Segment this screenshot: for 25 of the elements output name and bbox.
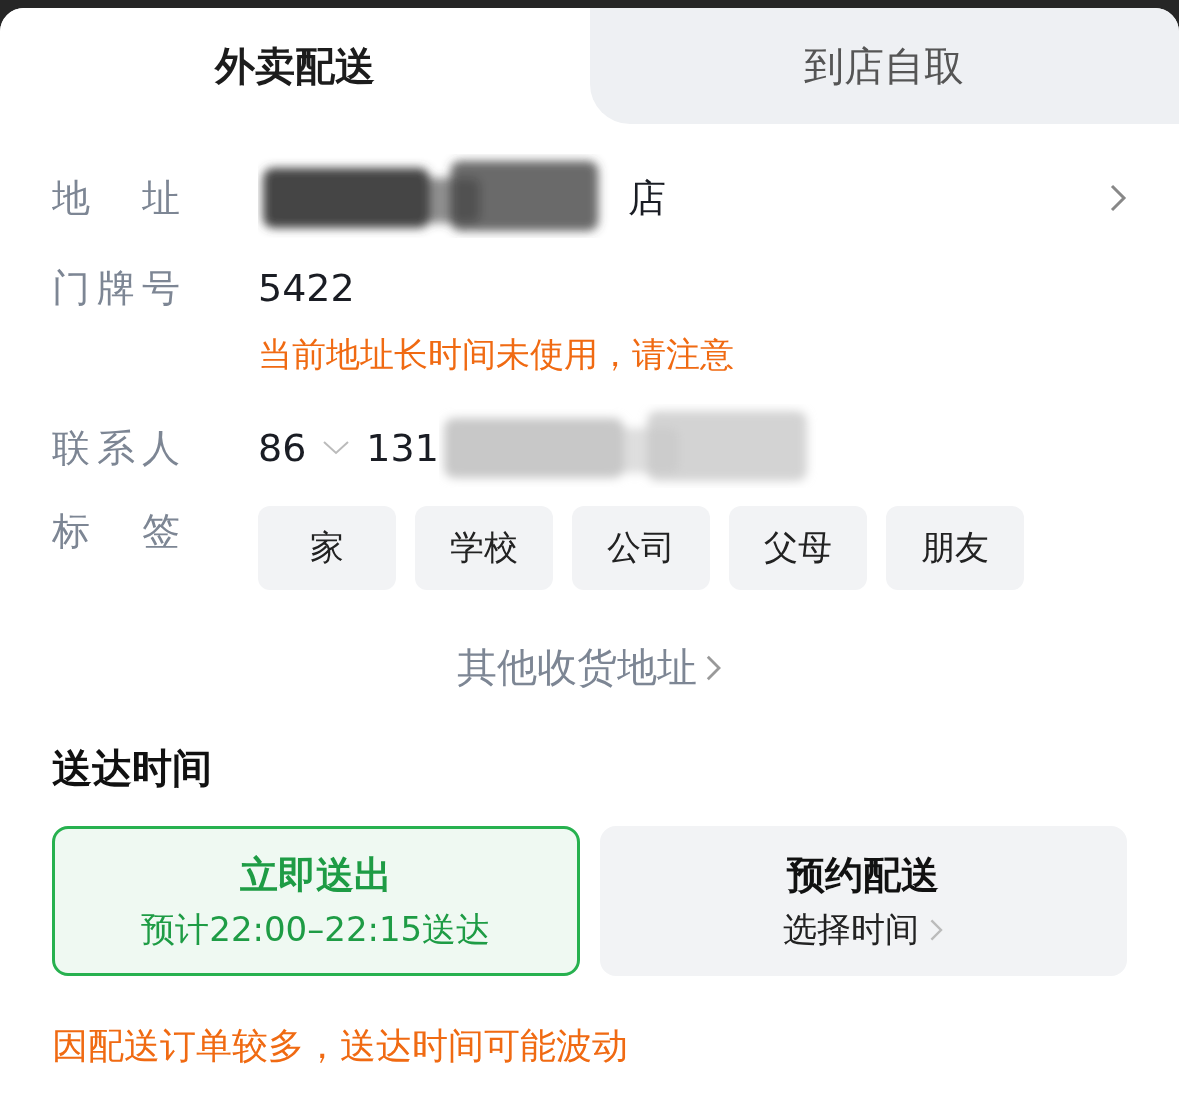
other-addresses-link[interactable]: 其他收货地址: [457, 640, 722, 695]
delivery-option[interactable]: 预约配送 选择时间: [599, 826, 1127, 976]
field-label: 门牌号: [52, 264, 180, 312]
notice-text: 因配送订单较多，送达时间可能波动: [52, 1024, 629, 1068]
option-subtitle: 预计22:00–22:15送达: [141, 907, 491, 951]
option-subtitle: 选择时间: [783, 906, 944, 953]
chevron-right-icon: [929, 917, 944, 942]
country-code[interactable]: 86: [258, 426, 307, 470]
tag-chip[interactable]: 朋友: [886, 506, 1024, 590]
tag-chip[interactable]: 父母: [729, 506, 867, 590]
house-number-text: 5422: [258, 266, 355, 310]
chevron-right-icon: [705, 653, 722, 682]
tag-chip[interactable]: 学校: [415, 506, 553, 590]
tab[interactable]: 到店自取: [589, 8, 1179, 124]
tag-chip[interactable]: 公司: [572, 506, 710, 590]
field-label: 联系人: [52, 424, 180, 472]
address-text: 店: [628, 174, 667, 222]
section-title: 送达时间: [52, 744, 213, 793]
field-label: 标 签: [52, 508, 180, 555]
warning-text: 当前地址长时间未使用，请注意: [258, 333, 735, 376]
chevron-down-icon: [322, 440, 351, 456]
field-label: 地 址: [52, 174, 180, 222]
chevron-right-icon: [1109, 183, 1127, 213]
tag-chip[interactable]: 家: [258, 506, 396, 590]
phone-text: 131: [366, 426, 439, 470]
